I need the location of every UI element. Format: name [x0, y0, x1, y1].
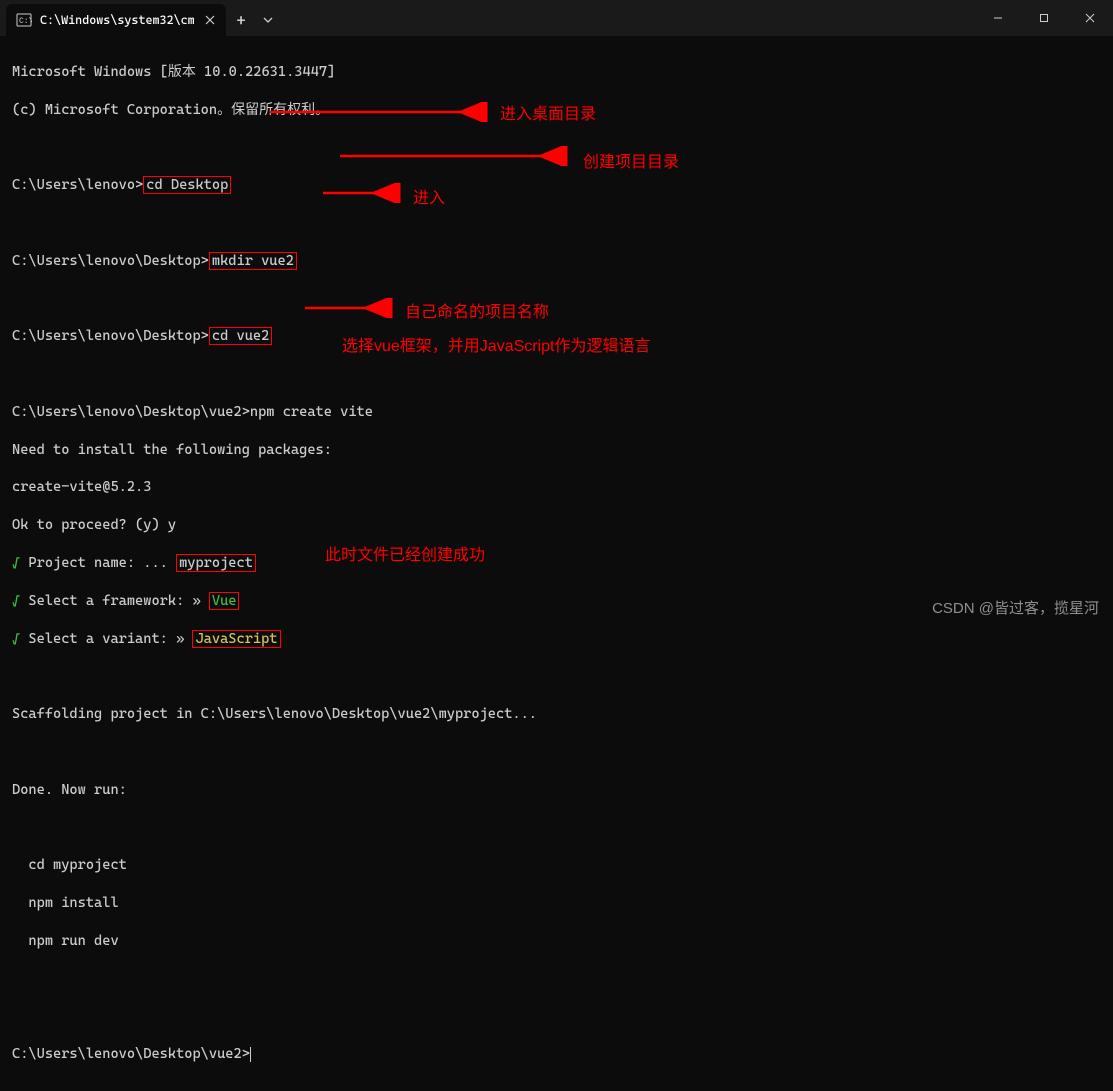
- terminal-line: [12, 365, 1101, 384]
- terminal-line: [12, 214, 1101, 233]
- terminal-line: [12, 743, 1101, 762]
- highlighted-value: Vue: [209, 592, 240, 610]
- minimize-button[interactable]: [975, 0, 1021, 36]
- annotation: 创建项目目录: [583, 148, 679, 172]
- highlighted-command: mkdir vue2: [209, 252, 297, 270]
- watermark: CSDN @皆过客，揽星河: [932, 597, 1099, 618]
- terminal-line: Need to install the following packages:: [12, 441, 1101, 460]
- cmd-icon: C:\: [16, 12, 32, 28]
- annotation: 此时文件已经创建成功: [325, 541, 485, 565]
- close-button[interactable]: [1067, 0, 1113, 36]
- terminal-line: √ Select a variant: » JavaScript: [12, 630, 1101, 649]
- terminal-line: npm run dev: [12, 932, 1101, 951]
- highlighted-value: myproject: [176, 554, 256, 572]
- svg-text:C:\: C:\: [19, 17, 32, 26]
- annotation: 进入桌面目录: [500, 100, 596, 124]
- terminal-line: Scaffolding project in C:\Users\lenovo\D…: [12, 705, 1101, 724]
- terminal-line: C:\Users\lenovo>cd Desktop: [12, 176, 1101, 195]
- cursor: [250, 1047, 251, 1062]
- terminal-line: create-vite@5.2.3: [12, 478, 1101, 497]
- maximize-button[interactable]: [1021, 0, 1067, 36]
- terminal-line: [12, 290, 1101, 309]
- terminal-line: √ Project name: ... myproject: [12, 554, 1101, 573]
- terminal-line: C:\Users\lenovo\Desktop>mkdir vue2: [12, 252, 1101, 271]
- tab-dropdown-button[interactable]: [256, 4, 280, 36]
- terminal-content[interactable]: Microsoft Windows [版本 10.0.22631.3447] (…: [0, 36, 1113, 1091]
- terminal-line: C:\Users\lenovo\Desktop\vue2>: [12, 1045, 1101, 1064]
- terminal-line: [12, 1007, 1101, 1026]
- close-icon[interactable]: [202, 12, 218, 28]
- terminal-line: cd myproject: [12, 856, 1101, 875]
- titlebar: C:\ C:\Windows\system32\cmd.ex +: [0, 0, 1113, 36]
- terminal-line: npm install: [12, 894, 1101, 913]
- highlighted-value: JavaScript: [192, 630, 280, 648]
- highlighted-command: cd Desktop: [143, 176, 231, 194]
- terminal-line: Done. Now run:: [12, 781, 1101, 800]
- terminal-line: Microsoft Windows [版本 10.0.22631.3447]: [12, 63, 1101, 82]
- annotation: 进入: [413, 184, 445, 208]
- window-controls: [975, 0, 1113, 36]
- tab-cmd[interactable]: C:\ C:\Windows\system32\cmd.ex: [6, 4, 226, 36]
- terminal-line: Ok to proceed? (y) y: [12, 516, 1101, 535]
- annotation: 选择vue框架，并用JavaScript作为逻辑语言: [342, 332, 651, 356]
- tab-strip: C:\ C:\Windows\system32\cmd.ex +: [0, 0, 975, 36]
- terminal-line: [12, 667, 1101, 686]
- terminal-line: [12, 819, 1101, 838]
- tab-title: C:\Windows\system32\cmd.ex: [40, 13, 194, 27]
- new-tab-button[interactable]: +: [226, 4, 256, 36]
- highlighted-command: cd vue2: [209, 327, 272, 345]
- terminal-line: [12, 138, 1101, 157]
- terminal-line: [12, 970, 1101, 989]
- terminal-line: C:\Users\lenovo\Desktop\vue2>npm create …: [12, 403, 1101, 422]
- annotation: 自己命名的项目名称: [405, 298, 549, 322]
